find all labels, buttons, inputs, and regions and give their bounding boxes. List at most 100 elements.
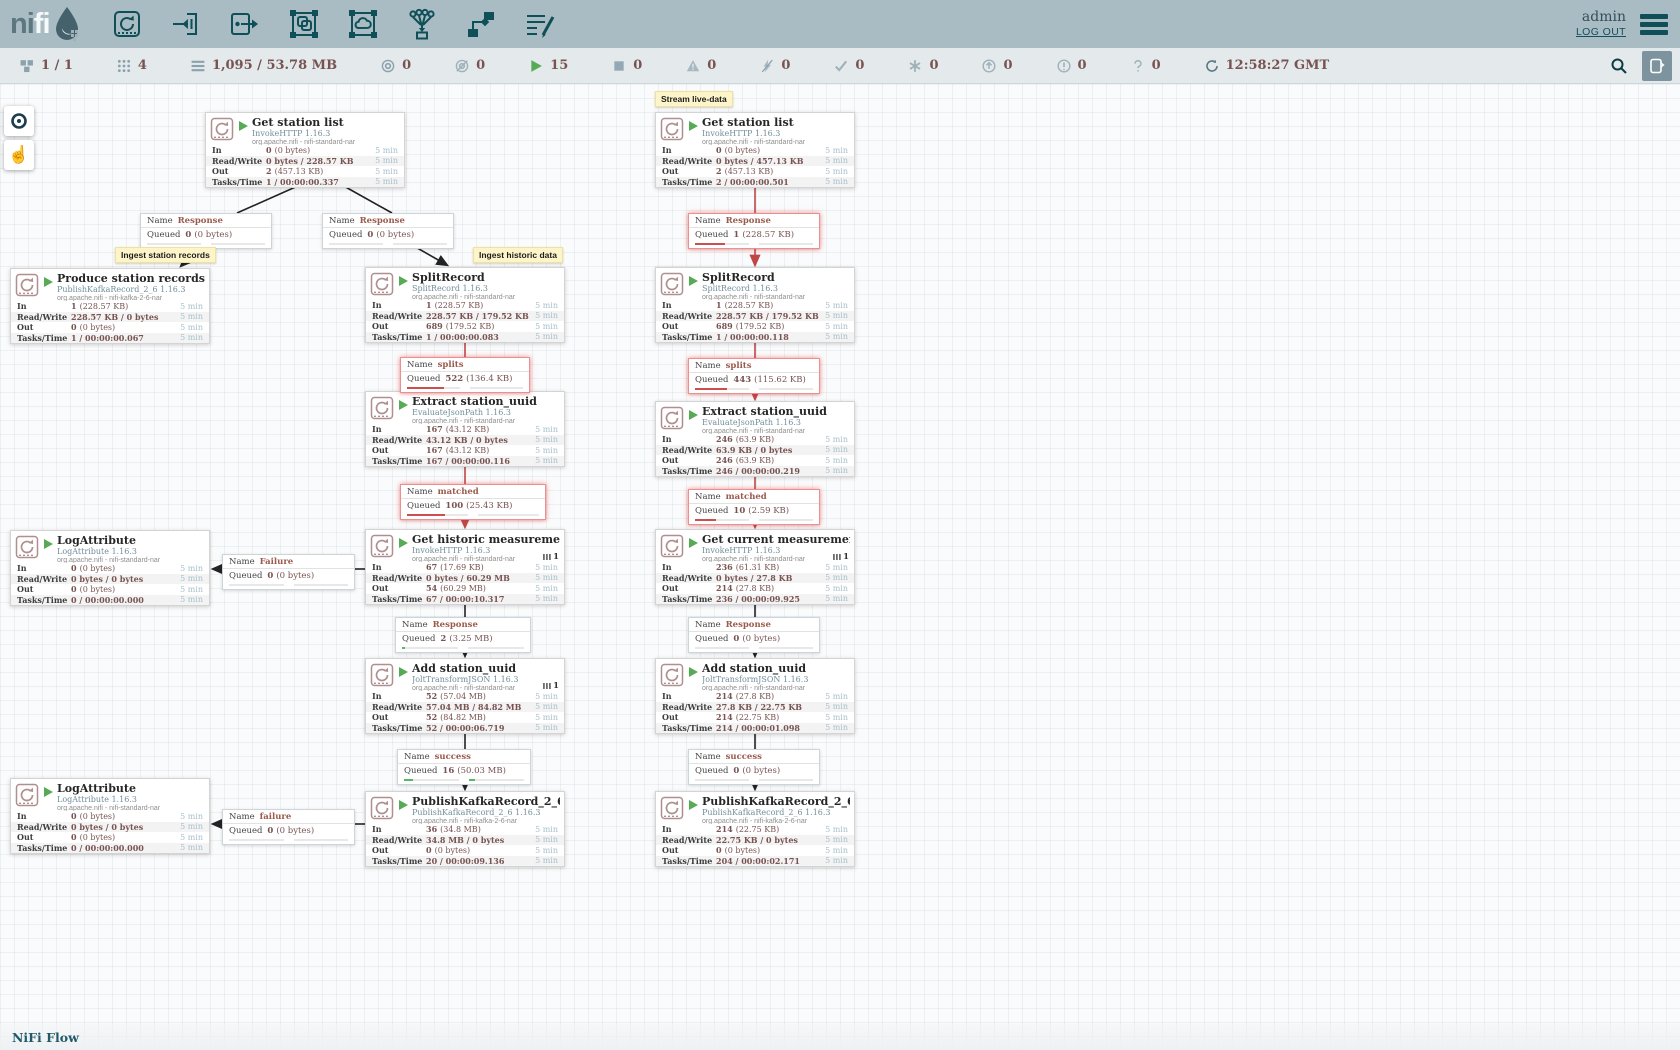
last-refreshed[interactable]: 12:58:27 GMT <box>1205 58 1330 73</box>
processor-get-station-list-left[interactable]: Get station list InvokeHTTP 1.16.3 org.a… <box>205 112 405 188</box>
stat-row-in: In214(27.8 KB)5 min <box>656 691 854 702</box>
threads-badge-icon <box>543 682 551 690</box>
stat-row-in: In1(228.57 KB)5 min <box>366 300 564 311</box>
relationship-name: success <box>435 752 471 762</box>
funnel-tool-icon[interactable] <box>405 7 439 41</box>
processor-produce-station-records[interactable]: Produce station records PublishKafkaReco… <box>10 268 210 344</box>
processor-tool-icon[interactable] <box>110 7 144 41</box>
processor-get-historic-measurements[interactable]: Get historic measurements InvokeHTTP 1.1… <box>365 529 565 605</box>
input-port-tool-icon[interactable] <box>169 7 203 41</box>
processor-splitrecord-right[interactable]: SplitRecord SplitRecord 1.16.3 org.apach… <box>655 267 855 343</box>
relationship-name: Response <box>433 620 478 630</box>
sync-failure-stat: 0 <box>1131 58 1161 73</box>
run-status-icon <box>689 276 699 286</box>
processor-publishkafka-mid[interactable]: PublishKafkaRecord_2_6 PublishKafkaRecor… <box>365 791 565 867</box>
stat-row-in: In1(228.57 KB)5 min <box>656 300 854 311</box>
processor-icon <box>370 796 394 820</box>
processor-get-current-measurement[interactable]: Get current measurement InvokeHTTP 1.16.… <box>655 529 855 605</box>
connection-label-splits-right[interactable]: Namesplits Queued443(115.62 KB) <box>688 358 820 394</box>
transmitting-stat: 0 <box>381 58 411 73</box>
processor-bundle: org.apache.nifi - nifi-standard-nar <box>252 138 355 145</box>
processor-name: Extract station_uuid <box>702 406 827 418</box>
template-tool-icon[interactable] <box>464 7 498 41</box>
processor-logattribute-bottom[interactable]: LogAttribute LogAttribute 1.16.3 org.apa… <box>10 778 210 854</box>
breadcrumb-nifi-flow[interactable]: NiFi Flow <box>12 1030 79 1045</box>
backpressure-bars <box>401 514 545 519</box>
stat-row-tasks: Tasks/Time0 / 00:00:00.0005 min <box>11 595 209 606</box>
queued-size: (0 bytes) <box>742 634 780 644</box>
queued-size: (0 bytes) <box>742 766 780 776</box>
processor-extract-station-uuid-right[interactable]: Extract station_uuid EvaluateJsonPath 1.… <box>655 401 855 477</box>
canvas-label-stream-live-data[interactable]: Stream live-data <box>655 91 733 107</box>
locally-modified-stat: 0 <box>908 58 938 73</box>
canvas-label-ingest-station-records[interactable]: Ingest station records <box>115 247 216 263</box>
cluster-icon <box>20 59 34 73</box>
processor-bundle: org.apache.nifi - nifi-standard-nar <box>702 138 805 145</box>
connection-label-failure-mid-bottom[interactable]: Namefailure Queued0(0 bytes) <box>222 809 355 845</box>
canvas-label-ingest-historic-data[interactable]: Ingest historic data <box>473 247 563 263</box>
threads-count: 1 <box>553 681 559 691</box>
global-menu-button[interactable] <box>1640 14 1668 35</box>
output-port-tool-icon[interactable] <box>228 7 262 41</box>
processor-icon <box>370 663 394 687</box>
remote-process-group-tool-icon[interactable] <box>346 7 380 41</box>
invalid-icon <box>686 59 700 73</box>
not-transmitting-icon <box>455 59 469 73</box>
threads-badge-icon <box>833 553 841 561</box>
queued-size: (25.43 KB) <box>466 501 512 511</box>
processor-get-station-list-right[interactable]: Get station list InvokeHTTP 1.16.3 org.a… <box>655 112 855 188</box>
current-user: admin <box>1576 9 1626 27</box>
processor-bundle: org.apache.nifi - nifi-standard-nar <box>412 555 560 562</box>
connection-label-response-left-1[interactable]: NameResponse Queued0(0 bytes) <box>140 213 272 249</box>
processor-icon <box>660 663 684 687</box>
processor-add-station-uuid-right[interactable]: Add station_uuid JoltTransformJSON 1.16.… <box>655 658 855 734</box>
up-to-date-stat: 0 <box>834 58 864 73</box>
backpressure-bars <box>396 647 530 652</box>
relationship-name: Response <box>726 216 771 226</box>
processor-type: InvokeHTTP 1.16.3 <box>252 129 355 138</box>
relationship-name: splits <box>726 361 752 371</box>
connection-label-success-right[interactable]: Namesuccess Queued0(0 bytes) <box>688 749 820 785</box>
flow-canvas[interactable]: Get station list InvokeHTTP 1.16.3 org.a… <box>0 84 1680 1050</box>
stat-row-readwrite: Read/Write228.57 KB / 0 bytes5 min <box>11 312 209 323</box>
search-button[interactable] <box>1606 53 1632 79</box>
connection-label-matched-mid[interactable]: Namematched Queued100(25.43 KB) <box>400 484 546 520</box>
connection-label-splits-mid[interactable]: Namesplits Queued522(136.4 KB) <box>400 357 530 393</box>
processor-icon <box>660 796 684 820</box>
queued-size: (136.4 KB) <box>466 374 512 384</box>
nifi-drop-icon <box>50 4 84 44</box>
connection-label-success-mid[interactable]: Namesuccess Queued16(50.03 MB) <box>397 749 531 785</box>
run-status-icon <box>399 276 409 286</box>
stat-row-in: In52(57.04 MB)5 min <box>366 691 564 702</box>
active-threads-icon <box>117 59 131 73</box>
run-status-icon <box>689 410 699 420</box>
stat-row-out: Out2(457.13 KB)5 min <box>206 166 404 177</box>
processor-add-station-uuid-mid[interactable]: Add station_uuid JoltTransformJSON 1.16.… <box>365 658 565 734</box>
processor-splitrecord-mid[interactable]: SplitRecord SplitRecord 1.16.3 org.apach… <box>365 267 565 343</box>
connection-label-response-left-2[interactable]: NameResponse Queued0(0 bytes) <box>322 213 454 249</box>
connection-label-response-right-2[interactable]: NameResponse Queued0(0 bytes) <box>688 617 820 653</box>
refresh-icon[interactable] <box>1205 59 1219 73</box>
operate-palette-button[interactable]: ☝ <box>4 140 34 170</box>
label-tool-icon[interactable] <box>523 7 557 41</box>
name-label: Name <box>147 216 173 226</box>
processor-name: Add station_uuid <box>702 663 808 675</box>
run-status-icon <box>689 667 699 677</box>
processor-publishkafka-right[interactable]: PublishKafkaRecord_2_6 PublishKafkaRecor… <box>655 791 855 867</box>
queued-count: 0 <box>185 230 191 240</box>
connection-label-response-mid-2[interactable]: NameResponse Queued2(3.25 MB) <box>395 617 531 653</box>
connection-label-failure-mid-top[interactable]: NameFailure Queued0(0 bytes) <box>222 554 355 590</box>
threads-badge-icon <box>543 553 551 561</box>
navigate-palette-button[interactable] <box>4 106 34 136</box>
canvas-panel-toggle[interactable] <box>1642 51 1672 81</box>
connection-label-matched-right[interactable]: Namematched Queued10(2.59 KB) <box>688 489 820 525</box>
queued-count: 16 <box>442 766 454 776</box>
processor-logattribute-top[interactable]: LogAttribute LogAttribute 1.16.3 org.apa… <box>10 530 210 606</box>
stat-row-readwrite: Read/Write228.57 KB / 179.52 KB5 min <box>656 311 854 322</box>
connection-label-response-right-1[interactable]: NameResponse Queued1(228.57 KB) <box>688 213 820 249</box>
run-status-icon <box>44 539 54 549</box>
logout-link[interactable]: LOG OUT <box>1576 26 1626 39</box>
processor-extract-station-uuid-mid[interactable]: Extract station_uuid EvaluateJsonPath 1.… <box>365 391 565 467</box>
run-status-icon <box>399 400 409 410</box>
process-group-tool-icon[interactable] <box>287 7 321 41</box>
